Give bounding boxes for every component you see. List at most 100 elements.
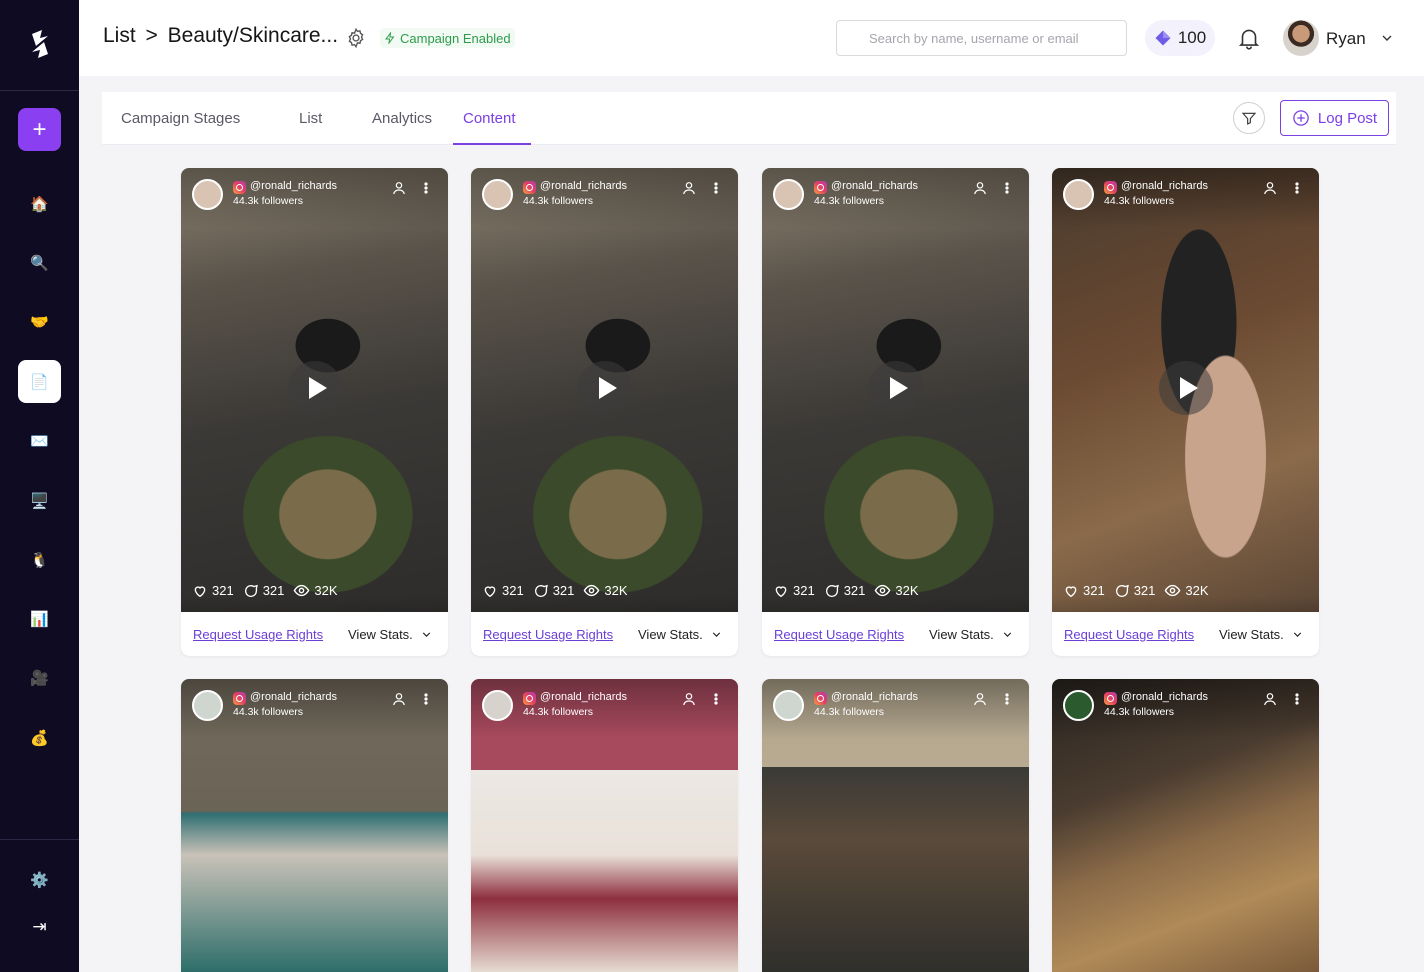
play-button-icon[interactable]	[1159, 361, 1213, 415]
person-icon[interactable]	[972, 691, 988, 707]
person-icon[interactable]	[681, 180, 697, 196]
sidebar: + 🏠 🔍 🤝 📄 ✉️ 🖥️ 🐧 📊 🎥 💰 ⚙️ ⇥	[0, 0, 79, 972]
mascot-icon: 🐧	[30, 551, 49, 569]
creator-handle[interactable]: @ronald_richards	[540, 691, 627, 703]
views-count: 32K	[1185, 583, 1209, 598]
brand-logo-icon[interactable]	[20, 24, 60, 64]
content-card[interactable]: @ronald_richards 44.3k followers	[1052, 679, 1319, 972]
bell-icon[interactable]	[1236, 25, 1262, 51]
breadcrumb-root[interactable]: List	[103, 24, 136, 47]
sidebar-divider	[0, 839, 79, 840]
request-usage-rights-link[interactable]: Request Usage Rights	[774, 627, 904, 642]
likes-count: 321	[1083, 583, 1105, 598]
person-icon[interactable]	[391, 180, 407, 196]
creator-avatar[interactable]	[773, 179, 804, 210]
tab-analytics[interactable]: Analytics	[372, 110, 432, 127]
person-icon[interactable]	[1262, 180, 1278, 196]
content-card[interactable]: @ronald_richards 44.3k followers 321 321 32K…	[1052, 168, 1319, 656]
card-footer: Request Usage Rights View Stats.	[1052, 612, 1319, 656]
user-avatar[interactable]	[1283, 20, 1319, 56]
user-name[interactable]: Ryan	[1326, 29, 1366, 49]
sidebar-item-partners[interactable]: 🤝	[18, 300, 61, 343]
creator-handle[interactable]: @ronald_richards	[250, 180, 337, 192]
bolt-icon	[385, 32, 395, 44]
sidebar-item-mail[interactable]: ✉️	[18, 419, 61, 462]
view-stats-button[interactable]: View Stats.	[1219, 627, 1284, 642]
search-input[interactable]	[836, 20, 1127, 56]
more-options-icon[interactable]	[1292, 691, 1302, 707]
content-card[interactable]: @ronald_richards 44.3k followers	[762, 679, 1029, 972]
instagram-icon	[523, 692, 536, 705]
more-options-icon[interactable]	[1292, 180, 1302, 196]
creator-avatar[interactable]	[1063, 179, 1094, 210]
log-post-button[interactable]: Log Post	[1280, 100, 1389, 136]
creator-avatar[interactable]	[482, 690, 513, 721]
sidebar-item-media[interactable]: 🎥	[18, 656, 61, 699]
request-usage-rights-link[interactable]: Request Usage Rights	[193, 627, 323, 642]
tab-campaign-stages[interactable]: Campaign Stages	[121, 110, 240, 127]
follower-count: 44.3k followers	[523, 195, 594, 207]
more-options-icon[interactable]	[711, 180, 721, 196]
filter-button[interactable]	[1233, 102, 1265, 134]
more-options-icon[interactable]	[421, 180, 431, 196]
chevron-down-icon[interactable]	[1291, 628, 1304, 641]
top-header: List > Beauty/Skincare... Campaign Enabl…	[79, 0, 1424, 76]
campaign-status-badge: Campaign Enabled	[380, 28, 515, 48]
sidebar-item-mascot[interactable]: 🐧	[18, 538, 61, 581]
creator-handle[interactable]: @ronald_richards	[1121, 691, 1208, 703]
creator-handle[interactable]: @ronald_richards	[250, 691, 337, 703]
creator-avatar[interactable]	[1063, 690, 1094, 721]
person-icon[interactable]	[391, 691, 407, 707]
tab-content[interactable]: Content	[463, 110, 516, 127]
credits-badge[interactable]: 100	[1145, 20, 1215, 56]
view-stats-button[interactable]: View Stats.	[348, 627, 413, 642]
sidebar-item-home[interactable]: 🏠	[18, 182, 61, 225]
more-options-icon[interactable]	[1002, 691, 1012, 707]
play-button-icon[interactable]	[578, 361, 632, 415]
more-options-icon[interactable]	[711, 691, 721, 707]
sidebar-item-search[interactable]: 🔍	[18, 241, 61, 284]
sidebar-item-lists[interactable]: 📄	[18, 360, 61, 403]
creator-avatar[interactable]	[482, 179, 513, 210]
likes-count: 321	[212, 583, 234, 598]
chevron-down-icon[interactable]	[710, 628, 723, 641]
creator-avatar[interactable]	[192, 179, 223, 210]
chevron-down-icon[interactable]	[1001, 628, 1014, 641]
request-usage-rights-link[interactable]: Request Usage Rights	[1064, 627, 1194, 642]
request-usage-rights-link[interactable]: Request Usage Rights	[483, 627, 613, 642]
person-icon[interactable]	[681, 691, 697, 707]
add-button[interactable]: +	[18, 108, 61, 151]
content-card[interactable]: @ronald_richards 44.3k followers 321 321 32K…	[471, 168, 738, 656]
person-icon[interactable]	[972, 180, 988, 196]
content-card[interactable]: @ronald_richards 44.3k followers 321 321 32K…	[181, 168, 448, 656]
person-icon[interactable]	[1262, 691, 1278, 707]
card-footer: Request Usage Rights View Stats.	[181, 612, 448, 656]
handshake-icon: 🤝	[30, 313, 49, 331]
view-stats-button[interactable]: View Stats.	[638, 627, 703, 642]
sidebar-item-payments[interactable]: 💰	[18, 716, 61, 759]
creator-handle[interactable]: @ronald_richards	[1121, 180, 1208, 192]
view-stats-button[interactable]: View Stats.	[929, 627, 994, 642]
sidebar-collapse-button[interactable]: ⇥	[18, 905, 61, 948]
creator-avatar[interactable]	[192, 690, 223, 721]
creator-handle[interactable]: @ronald_richards	[831, 180, 918, 192]
sidebar-item-analytics[interactable]: 📊	[18, 597, 61, 640]
content-card[interactable]: @ronald_richards 44.3k followers	[471, 679, 738, 972]
content-card[interactable]: @ronald_richards 44.3k followers 321 321 32K…	[762, 168, 1029, 656]
gear-icon[interactable]	[345, 27, 367, 49]
chevron-down-icon[interactable]	[1379, 30, 1395, 46]
creator-avatar[interactable]	[773, 690, 804, 721]
content-card[interactable]: @ronald_richards 44.3k followers	[181, 679, 448, 972]
more-options-icon[interactable]	[421, 691, 431, 707]
heart-icon	[194, 585, 206, 597]
tab-list[interactable]: List	[299, 110, 322, 127]
play-button-icon[interactable]	[288, 361, 342, 415]
post-stats: 321 321 32K	[192, 582, 347, 599]
sidebar-item-settings[interactable]: ⚙️	[18, 858, 61, 901]
sidebar-item-monitor[interactable]: 🖥️	[18, 479, 61, 522]
creator-handle[interactable]: @ronald_richards	[540, 180, 627, 192]
creator-handle[interactable]: @ronald_richards	[831, 691, 918, 703]
play-button-icon[interactable]	[869, 361, 923, 415]
more-options-icon[interactable]	[1002, 180, 1012, 196]
chevron-down-icon[interactable]	[420, 628, 433, 641]
